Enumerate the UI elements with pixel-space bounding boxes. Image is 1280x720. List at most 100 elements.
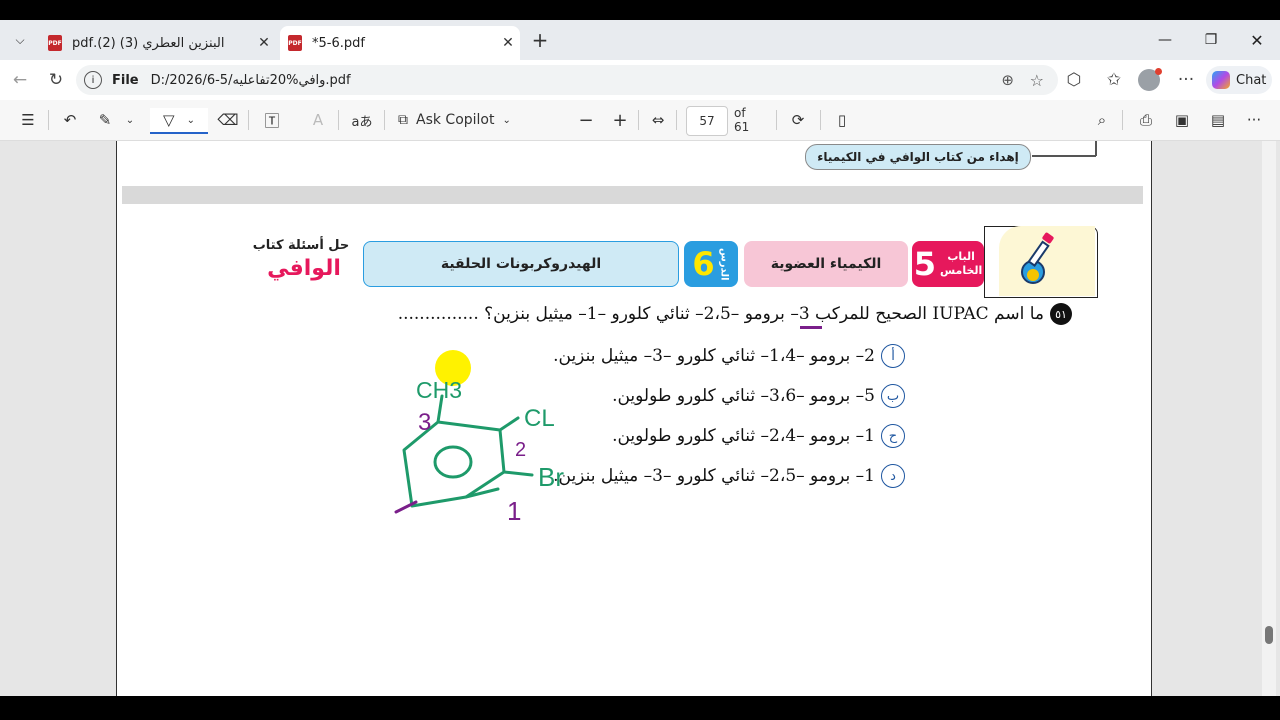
highlight-options-chevron-icon[interactable]: ⌄	[120, 108, 140, 132]
contents-list-icon[interactable]: ☰	[16, 108, 40, 132]
chat-label: Chat	[1236, 72, 1267, 88]
tab-pdf-5-6[interactable]: PDF *5-6.pdf ✕	[280, 26, 520, 60]
fit-page-icon[interactable]: ⇔	[646, 108, 670, 132]
label-cl: CL	[524, 405, 555, 432]
tab-bar: ⌵ PDF البنزين العطري (3) (2).pdf ✕ PDF *…	[0, 20, 1280, 60]
info-icon[interactable]: i	[84, 71, 102, 89]
rotate-icon[interactable]: ⟳	[786, 108, 810, 132]
pdf-file-icon: PDF	[288, 35, 302, 51]
page-total: of 61	[734, 106, 750, 134]
vertical-scrollbar[interactable]	[1262, 141, 1276, 696]
copilot-chat-button[interactable]: Chat	[1206, 66, 1272, 94]
read-aloud-icon[interactable]: aあ	[350, 108, 374, 132]
bottom-bar	[0, 696, 1280, 720]
option-label: د	[881, 464, 905, 488]
lesson-name: الهيدروكربونات الحلقية	[363, 241, 679, 287]
draw-options-chevron-icon[interactable]: ⌄	[187, 115, 195, 126]
chapter-name: الكيمياء العضوية	[744, 241, 908, 287]
text-box-icon[interactable]: 🅃	[260, 108, 284, 132]
copilot-outline-icon: ⧉	[398, 112, 408, 128]
banner-line	[1032, 155, 1096, 157]
tab-pdf-benzene[interactable]: PDF البنزين العطري (3) (2).pdf ✕	[40, 26, 276, 60]
option-c[interactable]: ح 1– برومو –2،4– ثنائي كلورو طولوين.	[612, 424, 905, 448]
pdf-toolbar: ☰ ↶ ✎ ⌄ ▽ ⌄ ⌫ 🅃 A aあ ⧉ Ask Copilot ⌄ − +…	[0, 100, 1280, 141]
url-field[interactable]: i File D:/2026/6-5/وافي%20تفاعليه.pdf ⊕ …	[76, 65, 1058, 95]
save-icon[interactable]: ▣	[1170, 108, 1194, 132]
book-dedication-banner: إهداء من كتاب الوافي في الكيمياء	[805, 144, 1031, 170]
flask-icon	[1021, 232, 1054, 284]
label-3: 3	[418, 409, 431, 436]
lesson-number: 6	[692, 245, 715, 283]
option-b[interactable]: ب 5– برومو –3،6– ثنائي كلورو طولوين.	[612, 384, 905, 408]
book-logo: الوافي	[267, 256, 341, 281]
tab-title: *5-6.pdf	[312, 35, 365, 51]
highlight-icon[interactable]: ✎	[92, 108, 118, 132]
lesson-label: الدرس	[718, 247, 730, 281]
ask-copilot-label: Ask Copilot	[416, 112, 495, 128]
lesson-badge: 6 الدرس	[684, 241, 738, 287]
url-text: D:/2026/6-5/وافي%20تفاعليه.pdf	[150, 72, 351, 88]
question-text: ما اسم IUPAC الصحيح للمركب 3– برومو –2،5…	[397, 304, 1044, 324]
ring-circle	[433, 445, 473, 479]
bond-bromo	[502, 470, 534, 477]
more-options-icon[interactable]: ···	[1242, 108, 1266, 132]
search-icon[interactable]: ⌕	[1090, 108, 1114, 132]
refresh-icon[interactable]: ↻	[44, 68, 68, 92]
zoom-out-icon[interactable]: −	[574, 108, 598, 132]
tab-actions-chevron-icon[interactable]: ⌵	[8, 28, 32, 52]
address-bar: ← ↻ i File D:/2026/6-5/وافي%20تفاعليه.pd…	[0, 60, 1280, 100]
close-window-icon[interactable]: ✕	[1234, 20, 1280, 60]
option-label: ح	[881, 424, 905, 448]
print-icon[interactable]: ⎙	[1134, 108, 1158, 132]
page-gap	[122, 186, 1143, 204]
copilot-chevron-icon: ⌄	[502, 114, 511, 126]
profile-badge	[1155, 68, 1162, 75]
minimize-icon[interactable]: —	[1142, 20, 1188, 60]
previous-page: إهداء من كتاب الوافي في الكيمياء	[122, 141, 1143, 186]
copilot-icon	[1212, 71, 1230, 89]
extensions-icon[interactable]: ⬡	[1062, 68, 1086, 92]
favorite-star-icon[interactable]: ☆	[1030, 71, 1044, 90]
text-format-icon: A	[312, 111, 324, 129]
page-view-icon[interactable]: ▯	[830, 108, 854, 132]
restore-icon[interactable]: ❐	[1188, 20, 1234, 60]
structure-drawing: CH3 3 CL 2 Br 1	[394, 350, 564, 524]
save-as-icon[interactable]: ▤	[1206, 108, 1230, 132]
pdf-file-icon: PDF	[48, 35, 62, 51]
label-br: Br	[538, 462, 564, 492]
banner-line-vertical	[1095, 141, 1097, 156]
label-1: 1	[507, 496, 521, 524]
close-tab-icon[interactable]: ✕	[496, 35, 520, 51]
more-menu-icon[interactable]: ···	[1174, 68, 1198, 92]
zoom-icon[interactable]: ⊕	[1001, 71, 1014, 89]
question-row: ٥١ ما اسم IUPAC الصحيح للمركب 3– برومو –…	[398, 303, 1072, 325]
chapter-badge: 5 الباب الخامس	[912, 241, 984, 287]
zoom-in-icon[interactable]: +	[608, 108, 632, 132]
current-page: 5 الباب الخامس الكيمياء العضوية 6 الدرس …	[122, 204, 1143, 696]
back-icon[interactable]: ←	[8, 68, 32, 92]
close-tab-icon[interactable]: ✕	[252, 35, 276, 51]
book-caption: حل أسئلة كتاب	[252, 238, 350, 253]
eraser-icon[interactable]: ⌫	[216, 108, 240, 132]
scrollbar-thumb[interactable]	[1265, 626, 1273, 644]
option-text: 5– برومو –3،6– ثنائي كلورو طولوين.	[612, 386, 875, 406]
label-ch3: CH3	[416, 377, 462, 403]
new-tab-icon[interactable]: +	[528, 28, 552, 52]
option-label: ب	[881, 384, 905, 408]
ink-underline	[800, 326, 822, 329]
label-2: 2	[515, 439, 526, 461]
draw-pen-icon: ▽	[163, 111, 175, 129]
option-text: 1– برومو –2،4– ثنائي كلورو طولوين.	[612, 426, 875, 446]
tab-title: البنزين العطري (3) (2).pdf	[72, 35, 225, 51]
undo-icon[interactable]: ↶	[58, 108, 82, 132]
favorites-icon[interactable]: ✩	[1102, 68, 1126, 92]
page-number-input[interactable]: 57	[686, 106, 728, 136]
pdf-viewer: إهداء من كتاب الوافي في الكيمياء 5 الباب…	[0, 141, 1280, 696]
ask-copilot-button[interactable]: ⧉ Ask Copilot ⌄	[398, 108, 522, 132]
chapter-number: 5	[913, 245, 936, 283]
flask-badge	[999, 226, 1095, 296]
question-number: ٥١	[1050, 303, 1072, 325]
option-label: أ	[881, 344, 905, 368]
draw-tool-button[interactable]: ▽ ⌄	[150, 108, 208, 134]
bond-chloro	[498, 416, 520, 432]
